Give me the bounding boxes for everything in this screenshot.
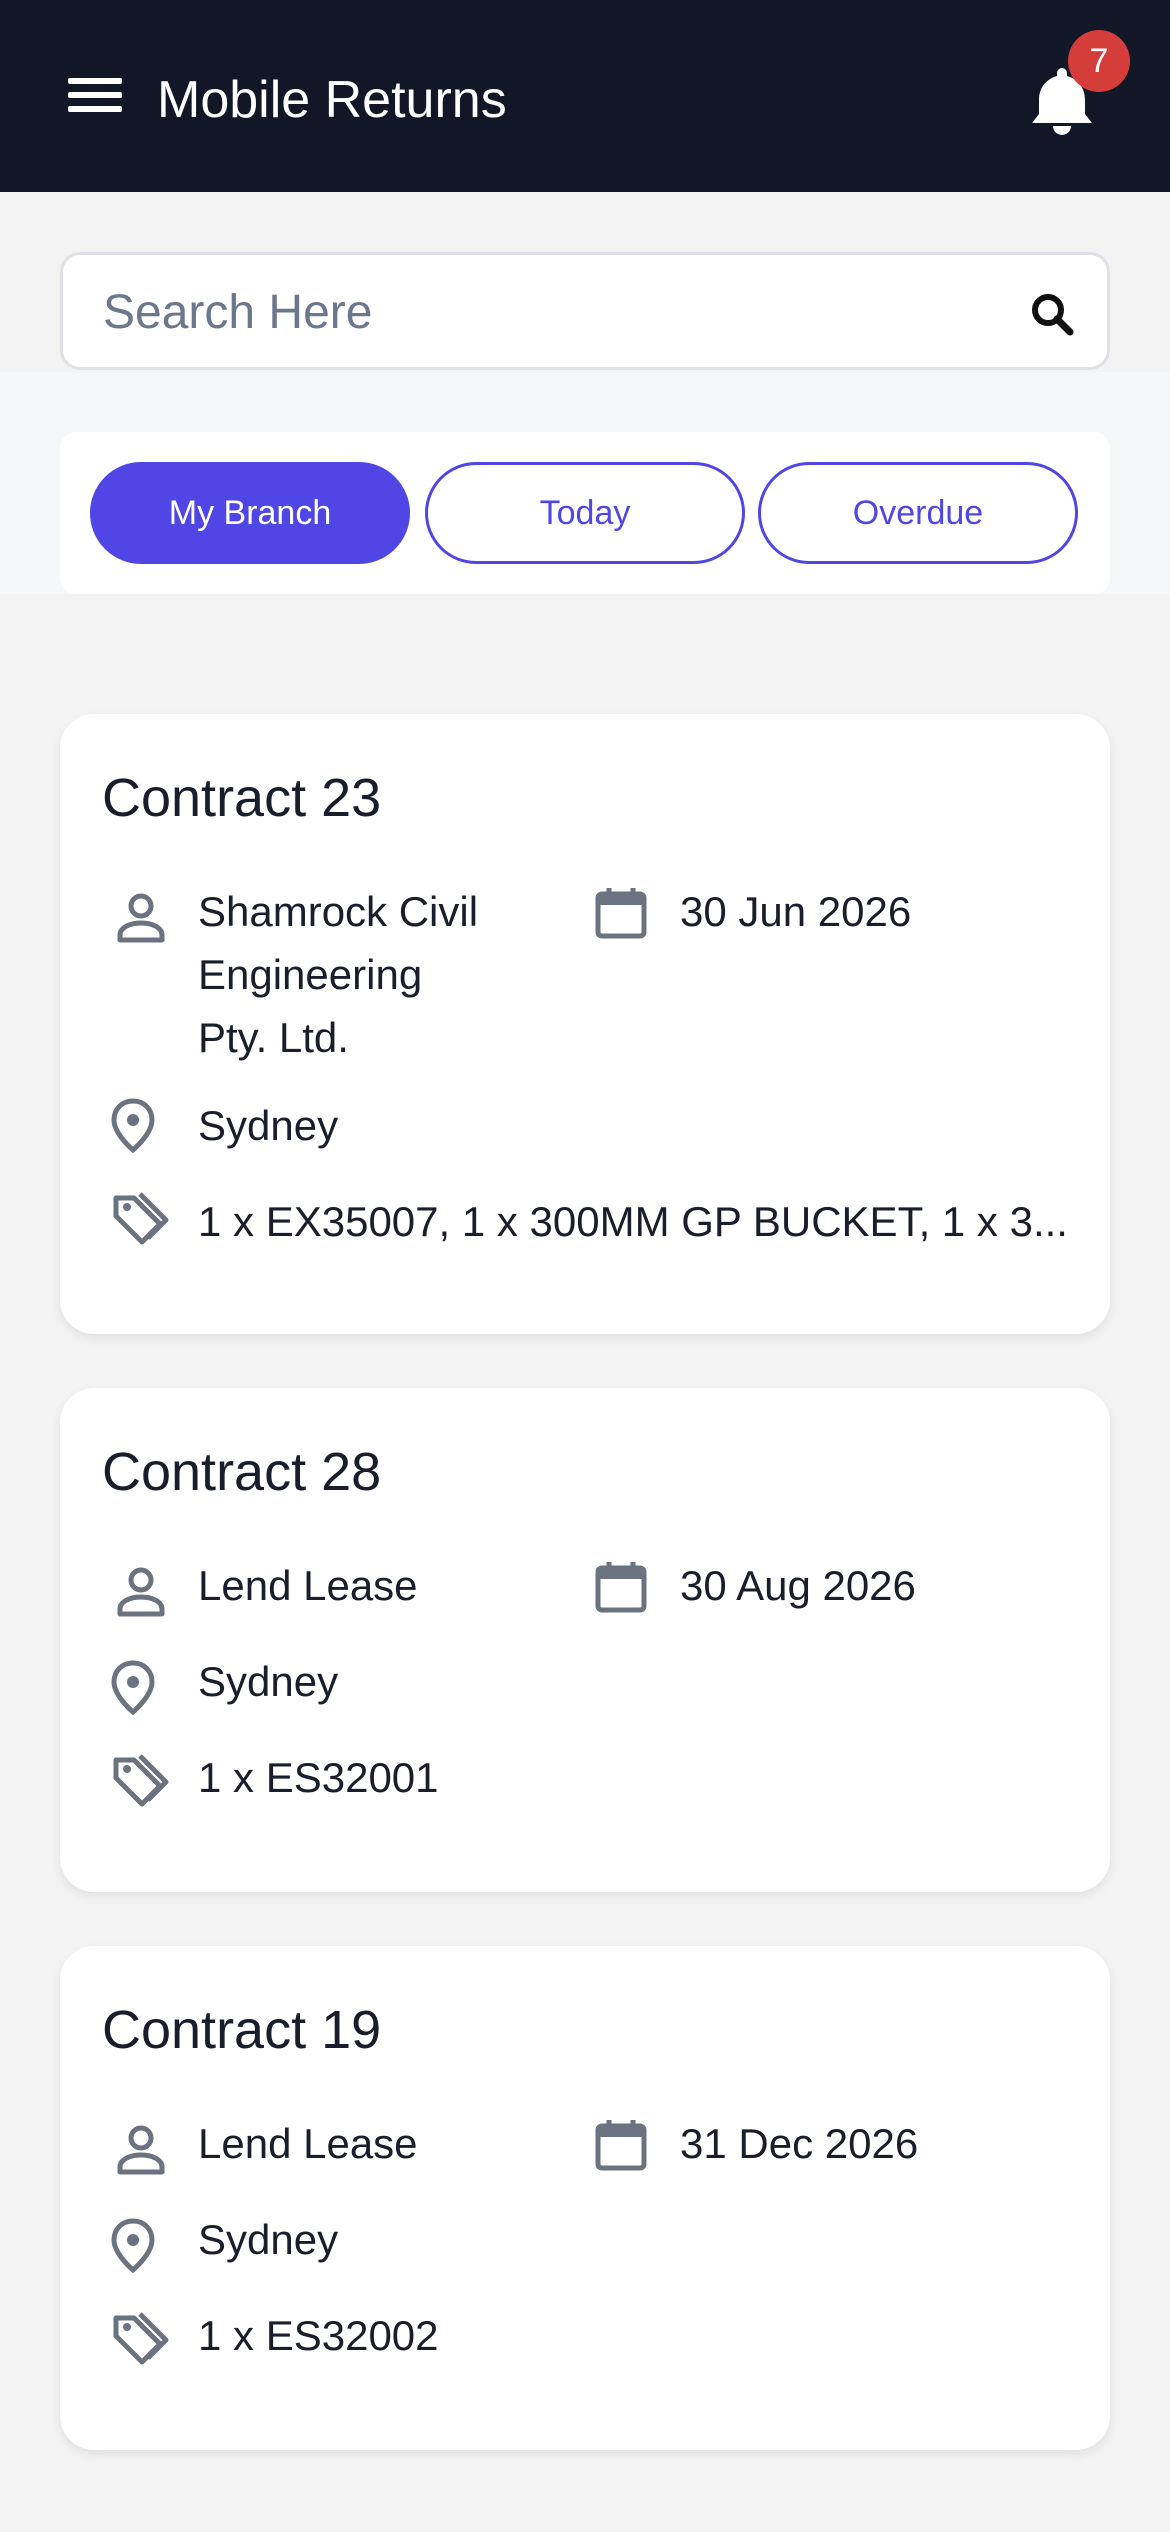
contract-title: Contract 19 [102,2000,382,2060]
due-date: 30 Aug 2026 [680,1562,916,1609]
search-box [60,252,1110,370]
location: Sydney [198,1658,339,1705]
page-title: Mobile Returns [157,71,507,129]
search-icon[interactable] [1023,285,1083,345]
filter-section: My Branch Today Overdue [0,372,1170,594]
customer-name-line: Shamrock Civil [198,888,479,935]
notification-count-badge: 7 [1068,30,1130,92]
due-date: 31 Dec 2026 [680,2120,919,2167]
hamburger-menu-icon-bar [68,92,122,98]
customer-name: Lend Lease [198,1562,418,1609]
contract-card[interactable]: Contract 23 Shamrock Civil Engineering P… [60,714,1110,1334]
person-icon [117,2125,165,2175]
equipment-items: 1 x ES32001 [198,1754,439,1801]
due-date: 30 Jun 2026 [680,888,912,935]
contract-card[interactable]: Contract 28 Lend Lease 30 Aug 2026 Sydne… [60,1388,1110,1892]
app-bar: Mobile Returns 7 [0,0,1170,192]
customer-name-line: Pty. Ltd. [198,1014,349,1061]
location: Sydney [198,1102,339,1149]
location: Sydney [198,2216,339,2263]
search-input[interactable] [103,281,963,343]
calendar-icon [595,2120,647,2171]
tag-icon [113,2312,169,2365]
filter-chip-today[interactable]: Today [425,462,745,564]
contract-title: Contract 28 [102,1442,382,1502]
customer-name-line: Engineering [198,951,423,998]
equipment-items: 1 x ES32002 [198,2312,439,2359]
hamburger-menu-icon-bar [68,106,122,112]
customer-name: Shamrock Civil Engineering Pty. Ltd. [198,880,478,1069]
hamburger-menu-icon [68,78,122,84]
filter-chip-overdue[interactable]: Overdue [758,462,1078,564]
location-pin-icon [111,2218,155,2274]
contract-title: Contract 23 [102,768,382,828]
person-icon [117,893,165,943]
filter-chip-my-branch[interactable]: My Branch [90,462,410,564]
tag-icon [113,1192,169,1245]
menu-button[interactable] [62,70,128,120]
customer-name: Lend Lease [198,2120,418,2167]
search-section [0,192,1170,372]
contract-card[interactable]: Contract 19 Lend Lease 31 Dec 2026 Sydne… [60,1946,1110,2450]
calendar-icon [595,1562,647,1613]
calendar-icon [595,888,647,939]
filter-chip-group: My Branch Today Overdue [60,432,1110,594]
location-pin-icon [111,1098,155,1154]
location-pin-icon [111,1660,155,1716]
person-icon [117,1567,165,1617]
tag-icon [113,1754,169,1807]
equipment-items: 1 x EX35007, 1 x 300MM GP BUCKET, 1 x 3.… [198,1198,1068,1245]
